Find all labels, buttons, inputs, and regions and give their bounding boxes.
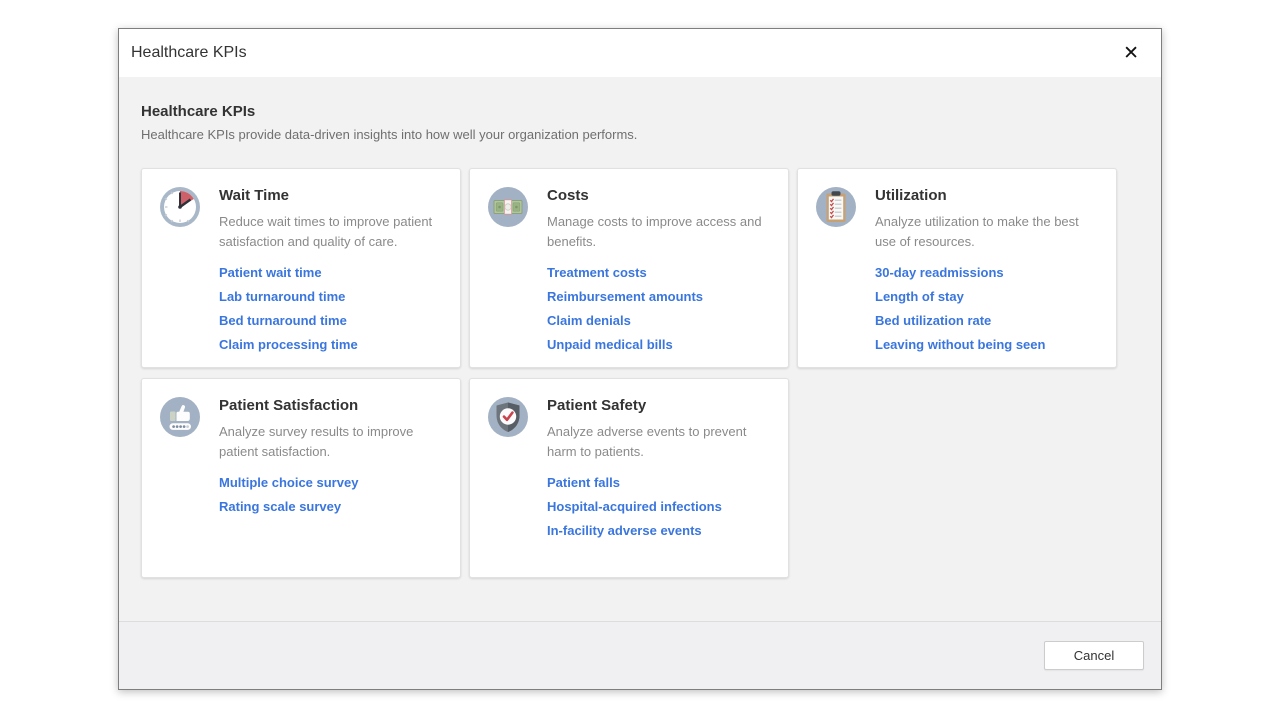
shield-check-icon: [486, 395, 530, 439]
link-unpaid-medical-bills[interactable]: Unpaid medical bills: [547, 337, 772, 352]
link-in-facility-adverse-events[interactable]: In-facility adverse events: [547, 523, 772, 538]
card-title: Patient Satisfaction: [219, 397, 444, 414]
cancel-button[interactable]: Cancel: [1044, 641, 1144, 670]
card-description: Manage costs to improve access and benef…: [547, 212, 772, 252]
link-30-day-readmissions[interactable]: 30-day readmissions: [875, 265, 1100, 280]
page-subtitle: Healthcare KPIs provide data-driven insi…: [141, 127, 1139, 142]
link-claim-processing-time[interactable]: Claim processing time: [219, 337, 444, 352]
card-description: Reduce wait times to improve patient sat…: [219, 212, 444, 252]
link-length-of-stay[interactable]: Length of stay: [875, 289, 1100, 304]
money-icon: [486, 185, 530, 229]
link-patient-wait-time[interactable]: Patient wait time: [219, 265, 444, 280]
link-leaving-without-being-seen[interactable]: Leaving without being seen: [875, 337, 1100, 352]
kpi-card-wait-time: Wait Time Reduce wait times to improve p…: [141, 168, 461, 368]
page-title: Healthcare KPIs: [141, 103, 1139, 120]
card-title: Utilization: [875, 187, 1100, 204]
card-description: Analyze adverse events to prevent harm t…: [547, 422, 772, 462]
link-multiple-choice-survey[interactable]: Multiple choice survey: [219, 475, 444, 490]
link-patient-falls[interactable]: Patient falls: [547, 475, 772, 490]
clipboard-checklist-icon: [814, 185, 858, 229]
link-rating-scale-survey[interactable]: Rating scale survey: [219, 499, 444, 514]
dialog-header: Healthcare KPIs ✕: [119, 29, 1161, 77]
card-description: Analyze survey results to improve patien…: [219, 422, 444, 462]
dialog-title: Healthcare KPIs: [131, 44, 247, 62]
card-title: Patient Safety: [547, 397, 772, 414]
link-claim-denials[interactable]: Claim denials: [547, 313, 772, 328]
kpi-card-costs: Costs Manage costs to improve access and…: [469, 168, 789, 368]
kpi-card-patient-satisfaction: Patient Satisfaction Analyze survey resu…: [141, 378, 461, 578]
link-lab-turnaround-time[interactable]: Lab turnaround time: [219, 289, 444, 304]
clock-icon: [158, 185, 202, 229]
kpi-card-grid: Wait Time Reduce wait times to improve p…: [141, 168, 1139, 578]
kpi-card-patient-safety: Patient Safety Analyze adverse events to…: [469, 378, 789, 578]
link-bed-turnaround-time[interactable]: Bed turnaround time: [219, 313, 444, 328]
link-reimbursement-amounts[interactable]: Reimbursement amounts: [547, 289, 772, 304]
link-hospital-acquired-infections[interactable]: Hospital-acquired infections: [547, 499, 772, 514]
dialog-body: Healthcare KPIs Healthcare KPIs provide …: [119, 77, 1161, 621]
link-treatment-costs[interactable]: Treatment costs: [547, 265, 772, 280]
link-bed-utilization-rate[interactable]: Bed utilization rate: [875, 313, 1100, 328]
close-icon[interactable]: ✕: [1117, 40, 1145, 67]
card-description: Analyze utilization to make the best use…: [875, 212, 1100, 252]
card-title: Wait Time: [219, 187, 444, 204]
card-title: Costs: [547, 187, 772, 204]
thumbs-up-icon: [158, 395, 202, 439]
kpi-card-utilization: Utilization Analyze utilization to make …: [797, 168, 1117, 368]
healthcare-kpis-dialog: Healthcare KPIs ✕ Healthcare KPIs Health…: [118, 28, 1162, 690]
dialog-footer: Cancel: [119, 621, 1161, 689]
